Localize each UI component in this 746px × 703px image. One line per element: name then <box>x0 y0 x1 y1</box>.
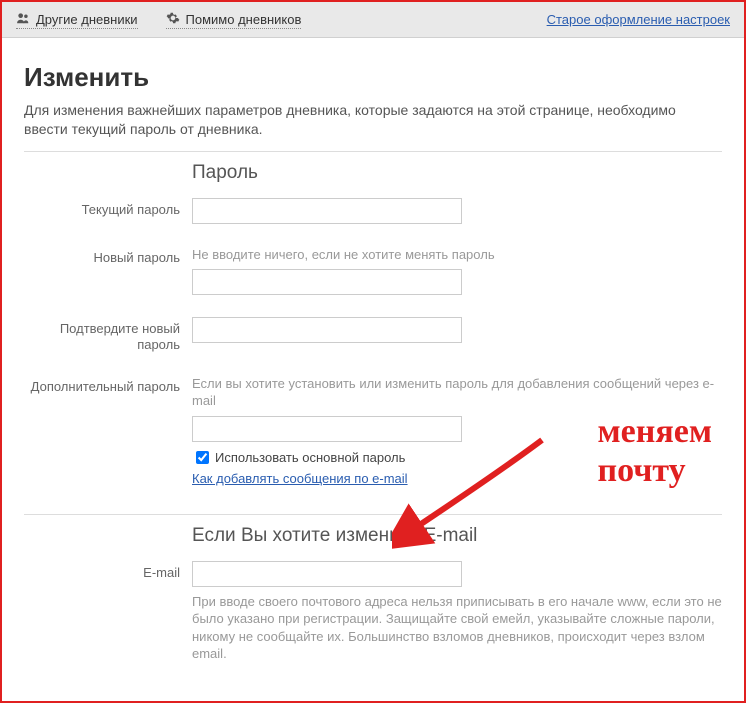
beyond-diaries-label: Помимо дневников <box>186 12 302 27</box>
divider <box>24 151 722 152</box>
extra-password-input[interactable] <box>192 416 462 442</box>
section-email-title: Если Вы хотите изменить E-mail <box>192 525 722 547</box>
email-input[interactable] <box>192 561 462 587</box>
new-password-hint: Не вводите ничего, если не хотите менять… <box>192 246 722 264</box>
gear-icon <box>166 11 180 28</box>
other-diaries-link[interactable]: Другие дневники <box>16 11 138 29</box>
new-password-label: Новый пароль <box>24 246 192 296</box>
extra-password-hint: Если вы хотите установить или изменить п… <box>192 375 722 410</box>
use-main-password-checkbox[interactable] <box>196 451 209 464</box>
use-main-password-label: Использовать основной пароль <box>215 450 405 465</box>
section-password-title: Пароль <box>192 162 722 184</box>
extra-password-label: Дополнительный пароль <box>24 375 192 488</box>
beyond-diaries-link[interactable]: Помимо дневников <box>166 11 302 29</box>
email-label: E-mail <box>24 561 192 663</box>
current-password-input[interactable] <box>192 198 462 224</box>
confirm-password-input[interactable] <box>192 317 462 343</box>
old-design-link[interactable]: Старое оформление настроек <box>547 12 730 27</box>
confirm-password-label: Подтвердите новый пароль <box>24 317 192 352</box>
email-howto-link[interactable]: Как добавлять сообщения по e-mail <box>192 471 408 486</box>
page-title: Изменить <box>24 62 722 93</box>
users-icon <box>16 11 30 28</box>
topbar: Другие дневники Помимо дневников Старое … <box>2 2 744 38</box>
divider <box>24 514 722 515</box>
email-hint: При вводе своего почтового адреса нельзя… <box>192 593 722 663</box>
other-diaries-label: Другие дневники <box>36 12 138 27</box>
current-password-label: Текущий пароль <box>24 198 192 224</box>
page-intro: Для изменения важнейших параметров дневн… <box>24 101 722 139</box>
new-password-input[interactable] <box>192 269 462 295</box>
